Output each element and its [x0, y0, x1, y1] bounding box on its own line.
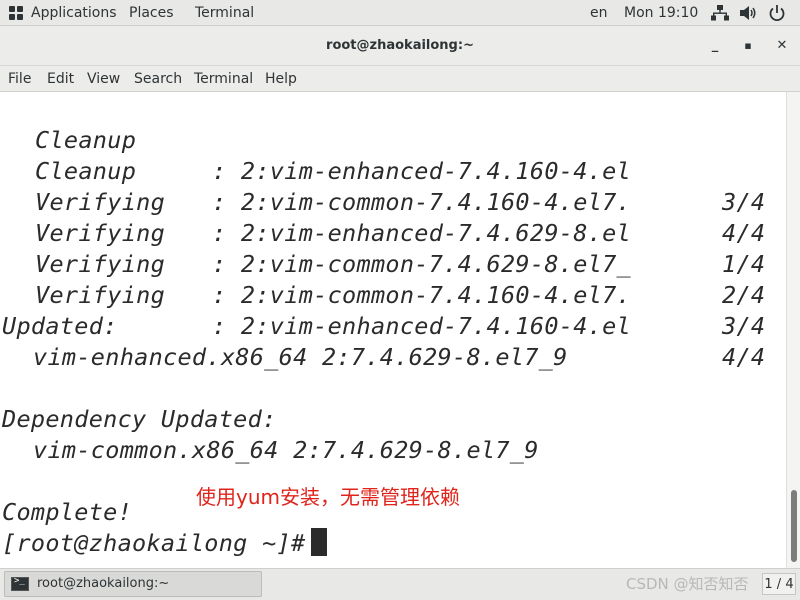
language-indicator[interactable]: en — [590, 0, 608, 26]
row-package: : 2:vim-common-7.4.160-4.el7. — [212, 281, 632, 309]
terminal-row: Verifying : 2:vim-enhanced-7.4.160-4.el … — [2, 249, 765, 371]
row-package: : 2:vim-common-7.4.629-8.el7_ — [212, 250, 632, 278]
row-package: : 2:vim-enhanced-7.4.629-8.el — [212, 219, 632, 247]
terminal-row: Cleanup : 2:vim-common-7.4.160-4.el7. 4/… — [2, 125, 765, 247]
terminal-row: Verifying : 2:vim-common-7.4.160-4.el7. … — [2, 218, 765, 340]
row-action: Verifying — [35, 281, 166, 309]
row-package: : 2:vim-enhanced-7.4.160-4.el — [212, 312, 632, 340]
workspace-pager[interactable]: 1 / 4 — [762, 573, 796, 595]
row-count: 4/4 — [722, 343, 766, 371]
terminal-row: Verifying : 2:vim-enhanced-7.4.629-8.el … — [2, 156, 765, 278]
updated-package: vim-enhanced.x86_64 2:7.4.629-8.el7_9 — [33, 343, 568, 371]
taskbar-window-button[interactable]: >_ root@zhaokailong:~ — [4, 571, 262, 597]
complete-message: Complete! — [2, 498, 133, 526]
row-count: 4/4 — [722, 219, 766, 247]
watermark: CSDN @知否知否 — [626, 575, 749, 593]
close-button[interactable]: ✕ — [774, 38, 790, 54]
terminal-app-menu[interactable]: Terminal — [195, 0, 254, 26]
annotation-text: 使用yum安装，无需管理依赖 — [196, 485, 460, 509]
scrollbar-thumb[interactable] — [791, 490, 797, 562]
network-icon[interactable] — [711, 5, 729, 21]
row-count: 3/4 — [722, 312, 766, 340]
row-count: 2/4 — [722, 281, 766, 309]
taskbar: >_ root@zhaokailong:~ CSDN @知否知否 1 / 4 — [0, 568, 800, 600]
power-icon[interactable] — [768, 4, 786, 22]
row-count: 1/4 — [722, 250, 766, 278]
row-count: 3/4 — [722, 188, 766, 216]
dependency-updated-package: vim-common.x86_64 2:7.4.629-8.el7_9 — [33, 436, 539, 464]
menu-terminal[interactable]: Terminal — [194, 66, 253, 92]
terminal-scrollbar[interactable] — [786, 92, 800, 568]
menu-file[interactable]: File — [8, 66, 31, 92]
minimize-button[interactable]: _ — [707, 38, 723, 54]
window-title: root@zhaokailong:~ — [326, 38, 474, 53]
volume-icon[interactable] — [739, 5, 757, 21]
menu-edit[interactable]: Edit — [47, 66, 74, 92]
taskbar-window-label: root@zhaokailong:~ — [37, 576, 170, 591]
window-titlebar[interactable]: root@zhaokailong:~ _ ▪ ✕ — [0, 26, 800, 66]
applications-menu[interactable]: Applications — [31, 0, 117, 26]
clock[interactable]: Mon 19:10 — [624, 0, 698, 26]
shell-prompt[interactable]: [root@zhaokailong ~]# — [2, 528, 328, 559]
menu-bar: File Edit View Search Terminal Help — [0, 66, 800, 92]
menu-help[interactable]: Help — [265, 66, 297, 92]
terminal-row: Verifying : 2:vim-common-7.4.629-8.el7_ … — [2, 187, 765, 309]
menu-view[interactable]: View — [87, 66, 120, 92]
updated-label: Updated: — [2, 312, 118, 340]
row-package: : 2:vim-common-7.4.160-4.el7. — [212, 188, 632, 216]
applications-icon[interactable] — [9, 6, 23, 20]
menu-search[interactable]: Search — [134, 66, 182, 92]
terminal-row: Cleanup : 2:vim-enhanced-7.4.160-4.el 3/… — [2, 94, 765, 216]
row-package: : 2:vim-enhanced-7.4.160-4.el — [212, 157, 632, 185]
top-bar: Applications Places Terminal en Mon 19:1… — [0, 0, 800, 26]
terminal-output[interactable]: Cleanup : 2:vim-enhanced-7.4.160-4.el 3/… — [0, 92, 786, 568]
dependency-updated-label: Dependency Updated: — [2, 405, 277, 433]
maximize-button[interactable]: ▪ — [740, 38, 756, 54]
terminal-icon: >_ — [11, 576, 29, 591]
places-menu[interactable]: Places — [129, 0, 174, 26]
text-cursor — [311, 528, 328, 556]
